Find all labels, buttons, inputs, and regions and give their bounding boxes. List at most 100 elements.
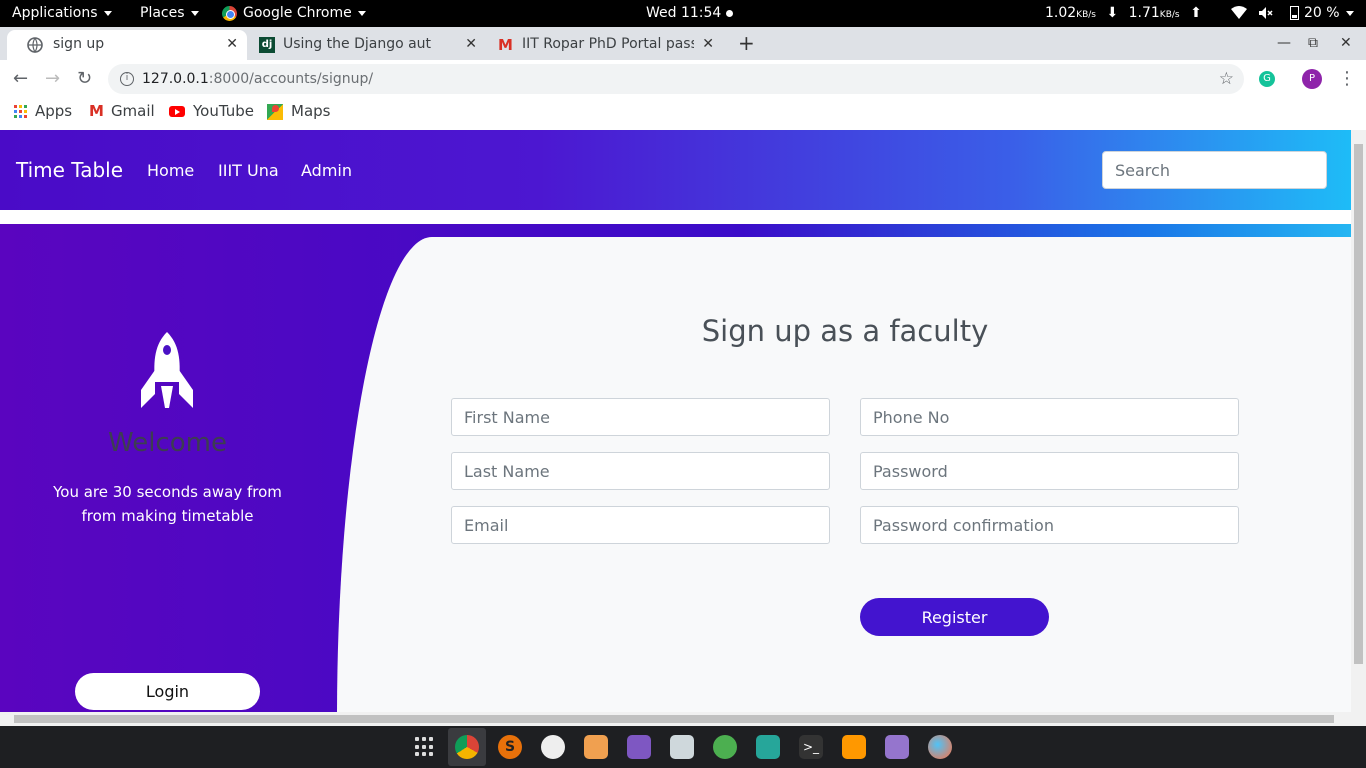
firefox-icon[interactable] [928,735,952,759]
document-icon[interactable] [842,735,866,759]
reload-icon[interactable]: ↻ [77,60,92,98]
apps-grid-icon [14,105,27,118]
first-name-field[interactable] [451,398,830,436]
close-icon[interactable]: ✕ [465,30,477,58]
form-title: Sign up as a faculty [701,314,989,348]
browser-toolbar: ← → ↻ i 127.0.0.1:8000/accounts/signup/ … [0,60,1366,98]
address-bar[interactable]: i 127.0.0.1:8000/accounts/signup/ ☆ [108,64,1244,94]
welcome-tagline: You are 30 seconds away from from making… [53,483,282,525]
active-app-label: Google Chrome [243,5,352,21]
welcome-heading: Welcome [108,428,227,458]
tab-title: sign up [53,36,105,52]
last-name-field[interactable] [451,452,830,490]
forward-arrow-icon[interactable]: → [45,60,60,98]
scrollbar-thumb[interactable] [14,715,1334,723]
places-label: Places [140,5,185,21]
scrollbar-thumb[interactable] [1354,144,1363,664]
rocket-icon [141,332,193,408]
tab-django-auth[interactable]: dj Using the Django authenti ✕ [248,30,488,60]
places-menu[interactable]: Places [140,0,199,27]
site-navbar: Time Table Home IIIT Una Admin [0,130,1351,210]
toggle-app-icon[interactable] [713,735,737,759]
gmail-icon: M [498,36,513,54]
sublime-icon[interactable]: S [498,735,522,759]
files-icon[interactable] [627,735,651,759]
search-input[interactable] [1102,151,1327,189]
network-speed: 1.02KB/s ⬇ 1.71KB/s ⬆ [1045,0,1202,27]
clock-label: Wed 11:54 [646,5,722,21]
phone-field[interactable] [860,398,1239,436]
star-icon[interactable]: ☆ [1219,64,1234,94]
bookmark-label: Gmail [110,102,155,120]
text-editor-icon[interactable] [670,735,694,759]
close-icon[interactable]: ✕ [702,30,714,58]
archive-icon[interactable] [584,735,608,759]
battery-label: 20 % [1304,5,1340,21]
menu-kebab-icon[interactable]: ⋮ [1338,60,1356,98]
brand-link[interactable]: Time Table [16,158,123,182]
bookmark-apps[interactable]: Apps [14,98,72,124]
net-up-value: 1.71 [1128,5,1160,21]
bookmark-gmail[interactable]: M Gmail [89,98,155,124]
terminal-icon[interactable]: >_ [799,735,823,759]
tab-sign-up[interactable]: sign up ✕ [7,30,247,60]
bookmark-label: YouTube [193,102,254,120]
maps-icon [267,103,283,120]
back-arrow-icon[interactable]: ← [13,60,28,98]
window-close-button[interactable]: ✕ [1340,27,1352,60]
vertical-scrollbar[interactable] [1351,130,1366,712]
restore-button[interactable]: ⧉ [1308,27,1318,60]
grammarly-icon[interactable]: G [1259,71,1275,87]
avatar[interactable]: P [1302,69,1322,89]
wifi-icon[interactable] [1231,0,1247,27]
net-up-unit: KB/s [1159,10,1180,20]
password-field[interactable] [860,452,1239,490]
tab-title: IIT Ropar PhD Portal passw [522,36,694,52]
notes-icon[interactable] [885,735,909,759]
system-monitor-icon[interactable] [756,735,780,759]
minimize-button[interactable]: — [1277,27,1291,60]
chevron-down-icon [103,10,112,16]
bookmark-maps[interactable]: Maps [267,98,330,124]
bookmarks-bar: Apps M Gmail YouTube Maps [0,98,1366,130]
password-confirmation-field[interactable] [860,506,1239,544]
arrow-down-icon: ⬇ [1106,5,1119,21]
net-down-value: 1.02 [1045,5,1077,21]
nav-link-admin[interactable]: Admin [301,161,352,180]
clock[interactable]: Wed 11:54 [646,0,734,27]
applications-label: Applications [12,5,98,21]
chrome-icon[interactable] [455,735,479,759]
battery-indicator[interactable]: 20 % [1290,0,1354,27]
horizontal-scrollbar[interactable] [0,712,1366,726]
url-path: :8000/accounts/signup/ [208,71,374,87]
welcome-panel [0,224,340,712]
nav-link-iiit-una[interactable]: IIIT Una [218,161,279,180]
tab-iit-ropar[interactable]: M IIT Ropar PhD Portal passw ✕ [488,30,728,60]
taskbar: S >_ [0,726,1366,768]
register-button[interactable]: Register [860,598,1049,636]
new-tab-button[interactable]: + [738,27,755,60]
tab-title: Using the Django authenti [283,36,431,52]
chevron-down-icon [190,10,199,16]
chevron-down-icon [1345,10,1354,16]
show-apps-icon[interactable] [415,737,435,757]
active-app-menu[interactable]: Google Chrome [222,0,366,27]
nav-link-home[interactable]: Home [147,161,194,180]
django-icon: dj [259,37,275,53]
bookmark-label: Apps [35,102,73,120]
arrow-up-icon: ⬆ [1190,5,1202,21]
bookmark-youtube[interactable]: YouTube [169,98,254,124]
net-down-unit: KB/s [1076,10,1096,20]
atom-icon[interactable] [541,735,565,759]
info-icon[interactable]: i [120,72,134,86]
volume-muted-icon[interactable] [1258,0,1274,27]
chevron-down-icon [357,10,366,16]
applications-menu[interactable]: Applications [12,0,112,27]
chrome-icon [222,5,237,21]
login-button[interactable]: Login [75,673,260,710]
email-field[interactable] [451,506,830,544]
bookmark-label: Maps [291,102,331,120]
url-host: 127.0.0.1 [142,71,209,87]
globe-icon [27,37,43,53]
close-icon[interactable]: ✕ [226,30,238,58]
